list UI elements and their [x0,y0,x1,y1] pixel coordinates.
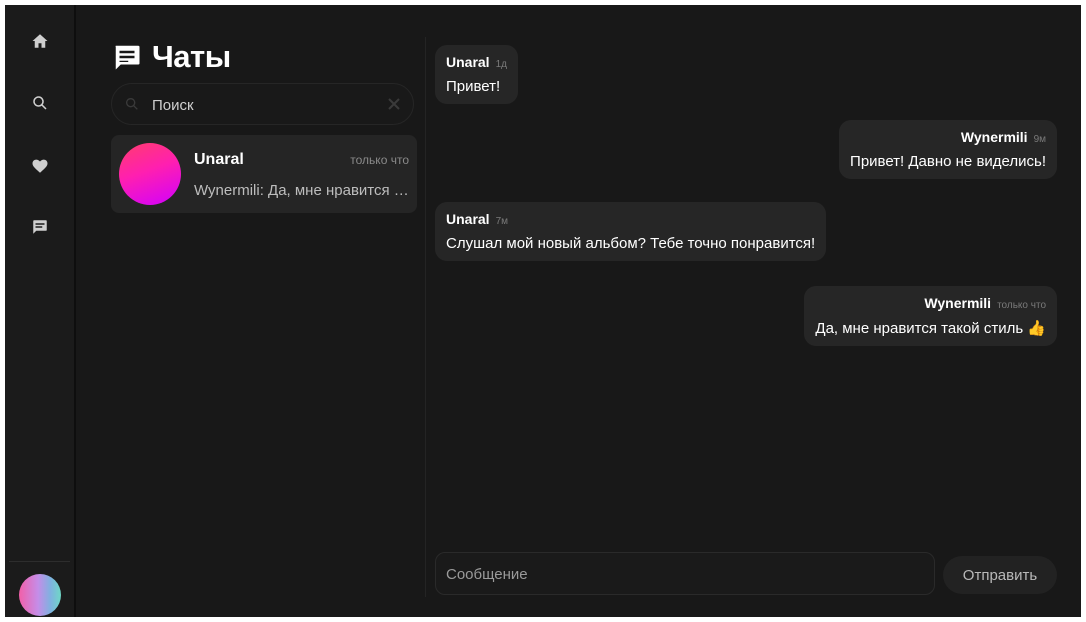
message-author: Wynermili [960,129,1028,145]
message-bubble: Unaral 1д Привет! [435,45,518,104]
clear-icon[interactable] [386,96,402,112]
search-icon[interactable] [26,89,54,117]
message-text-body: Да, мне нравится такой стиль [815,320,1024,337]
message-text: Привет! Давно не виделись! [850,153,1046,170]
message-composer [435,552,935,595]
message-bubble: Unaral 7м Слушал мой новый альбом? Тебе … [435,202,827,261]
thumbs-up-emoji: 👍 [1027,320,1046,337]
message-text: Да, мне нравится такой стиль 👍 [815,319,1046,337]
chat-icon[interactable] [26,213,54,241]
search-icon [124,96,140,112]
contact-avatar [119,143,181,205]
heart-icon[interactable] [26,152,54,180]
message-input[interactable] [446,561,916,587]
message-author: Unaral [446,211,490,227]
last-message-time: только что [350,153,409,167]
message-list: Unaral 1д Привет! Wynermili 9м Привет! Д… [435,5,1075,545]
message-bubble: Wynermili только что Да, мне нравится та… [804,286,1057,346]
rail-divider [9,561,70,562]
chat-list-item[interactable]: Unaral только что Wynermili: Да, мне нра… [111,135,417,213]
message-time: 7м [495,216,509,227]
search-box [111,83,414,125]
message-time: 1д [495,59,507,70]
message-bubble: Wynermili 9м Привет! Давно не виделись! [839,120,1057,179]
nav-rail [5,5,76,617]
home-icon[interactable] [26,27,54,55]
send-button[interactable]: Отправить [943,556,1057,594]
panel-divider [425,37,426,597]
last-message-preview: Wynermili: Да, мне нравится такой стиль [194,182,409,199]
message-author: Unaral [446,54,490,70]
message-time: только что [997,300,1046,311]
message-text: Слушал мой новый альбом? Тебе точно понр… [446,235,816,252]
message-text: Привет! [446,78,501,95]
message-time: 9м [1033,134,1046,145]
page-title: Чаты [112,39,231,75]
app-window: Чаты Unaral только что Wynermili: Да, мн… [5,5,1081,617]
message-author: Wynermili [924,295,992,311]
search-input[interactable] [152,92,382,118]
chat-list-panel: Чаты Unaral только что Wynermili: Да, мн… [101,5,426,617]
page-title-text: Чаты [152,39,231,74]
contact-name: Unaral [194,151,244,168]
user-avatar[interactable] [19,574,61,616]
chat-title-icon [115,45,140,70]
